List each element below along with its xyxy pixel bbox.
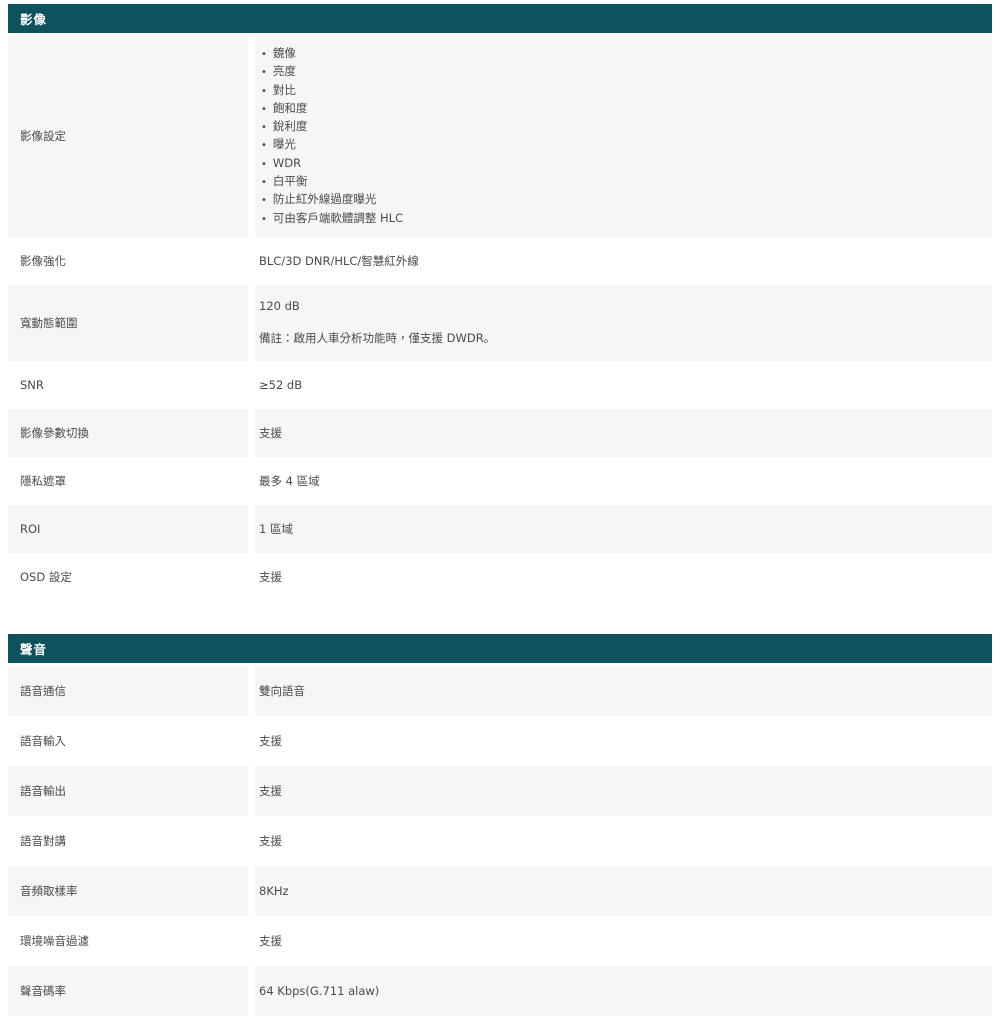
spec-value: ≥52 dB — [255, 361, 992, 409]
spec-value: 支援 — [255, 409, 992, 457]
spec-label: 隱私遮罩 — [8, 457, 248, 505]
spec-label: 環境噪音過濾 — [8, 916, 248, 966]
spec-value: 支援 — [255, 766, 992, 816]
wdr-note: 備註：啟用人車分析功能時，僅支援 DWDR。 — [259, 331, 495, 346]
list-item: WDR — [261, 155, 403, 173]
list-item: 防止紅外線過度曝光 — [261, 191, 403, 209]
list-item: 鏡像 — [261, 45, 403, 63]
list-item: 對比 — [261, 82, 403, 100]
spec-label: 寬動態範圍 — [8, 285, 248, 361]
section-title: 影像 — [20, 9, 47, 28]
spec-value: 支援 — [255, 916, 992, 966]
list-item: 亮度 — [261, 63, 403, 81]
list-item: 可由客戶端軟體調整 HLC — [261, 210, 403, 228]
spec-row-snr: SNR ≥52 dB — [8, 361, 992, 409]
spec-row-noise-filtering: 環境噪音過濾 支援 — [8, 916, 992, 966]
spec-value: 支援 — [255, 816, 992, 866]
spec-row-audio-intercom: 語音對講 支援 — [8, 816, 992, 866]
spec-row-audio-input: 語音輸入 支援 — [8, 716, 992, 766]
spec-value: 8KHz — [255, 866, 992, 916]
spec-row-roi: ROI 1 區域 — [8, 505, 992, 553]
spec-row-image-enhancement: 影像強化 BLC/3D DNR/HLC/智慧紅外線 — [8, 237, 992, 285]
spec-value: 支援 — [255, 716, 992, 766]
spec-row-audio-communication: 語音通信 雙向語音 — [8, 666, 992, 716]
section-image-rows: 影像設定 鏡像 亮度 對比 飽和度 銳利度 曝光 WDR 白平衡 防止紅外線過度… — [8, 36, 992, 601]
spec-row-param-switch: 影像參數切換 支援 — [8, 409, 992, 457]
spec-label: 音頻取樣率 — [8, 866, 248, 916]
spec-label: OSD 設定 — [8, 553, 248, 601]
list-item: 飽和度 — [261, 100, 403, 118]
spec-value: 鏡像 亮度 對比 飽和度 銳利度 曝光 WDR 白平衡 防止紅外線過度曝光 可由… — [255, 36, 992, 237]
spec-label: 語音對講 — [8, 816, 248, 866]
specification-table: 影像 影像設定 鏡像 亮度 對比 飽和度 銳利度 曝光 WDR 白平衡 防止紅外… — [8, 4, 992, 1016]
spec-label: 語音輸入 — [8, 716, 248, 766]
list-item: 白平衡 — [261, 173, 403, 191]
section-header-image: 影像 — [8, 4, 992, 33]
spec-row-privacy-mask: 隱私遮罩 最多 4 區域 — [8, 457, 992, 505]
spec-row-wdr: 寬動態範圍 120 dB 備註：啟用人車分析功能時，僅支援 DWDR。 — [8, 285, 992, 361]
spec-label: SNR — [8, 361, 248, 409]
section-title: 聲音 — [20, 639, 47, 658]
spec-label: 語音通信 — [8, 666, 248, 716]
image-settings-list: 鏡像 亮度 對比 飽和度 銳利度 曝光 WDR 白平衡 防止紅外線過度曝光 可由… — [259, 45, 403, 228]
spec-label: 影像設定 — [8, 36, 248, 237]
section-audio: 聲音 語音通信 雙向語音 語音輸入 支援 語音輸出 支援 語音對講 支援 音頻取… — [8, 634, 992, 1016]
spec-row-sampling-rate: 音頻取樣率 8KHz — [8, 866, 992, 916]
spec-label: 語音輸出 — [8, 766, 248, 816]
section-header-audio: 聲音 — [8, 634, 992, 663]
spec-label: ROI — [8, 505, 248, 553]
section-audio-rows: 語音通信 雙向語音 語音輸入 支援 語音輸出 支援 語音對講 支援 音頻取樣率 … — [8, 666, 992, 1016]
spec-value: 64 Kbps(G.711 alaw) — [255, 966, 992, 1016]
spec-label: 影像強化 — [8, 237, 248, 285]
list-item: 銳利度 — [261, 118, 403, 136]
spec-value: 最多 4 區域 — [255, 457, 992, 505]
spec-row-image-settings: 影像設定 鏡像 亮度 對比 飽和度 銳利度 曝光 WDR 白平衡 防止紅外線過度… — [8, 36, 992, 237]
spec-value: 雙向語音 — [255, 666, 992, 716]
spec-value: 120 dB 備註：啟用人車分析功能時，僅支援 DWDR。 — [255, 285, 992, 361]
spec-label: 聲音碼率 — [8, 966, 248, 1016]
wdr-value: 120 dB — [259, 299, 495, 314]
spec-row-audio-output: 語音輸出 支援 — [8, 766, 992, 816]
spec-value: 支援 — [255, 553, 992, 601]
spec-value: BLC/3D DNR/HLC/智慧紅外線 — [255, 237, 992, 285]
spec-row-audio-bitrate: 聲音碼率 64 Kbps(G.711 alaw) — [8, 966, 992, 1016]
list-item: 曝光 — [261, 136, 403, 154]
section-image: 影像 影像設定 鏡像 亮度 對比 飽和度 銳利度 曝光 WDR 白平衡 防止紅外… — [8, 4, 992, 601]
wdr-value-stack: 120 dB 備註：啟用人車分析功能時，僅支援 DWDR。 — [259, 285, 495, 358]
spec-value: 1 區域 — [255, 505, 992, 553]
spec-label: 影像參數切換 — [8, 409, 248, 457]
spec-row-osd: OSD 設定 支援 — [8, 553, 992, 601]
